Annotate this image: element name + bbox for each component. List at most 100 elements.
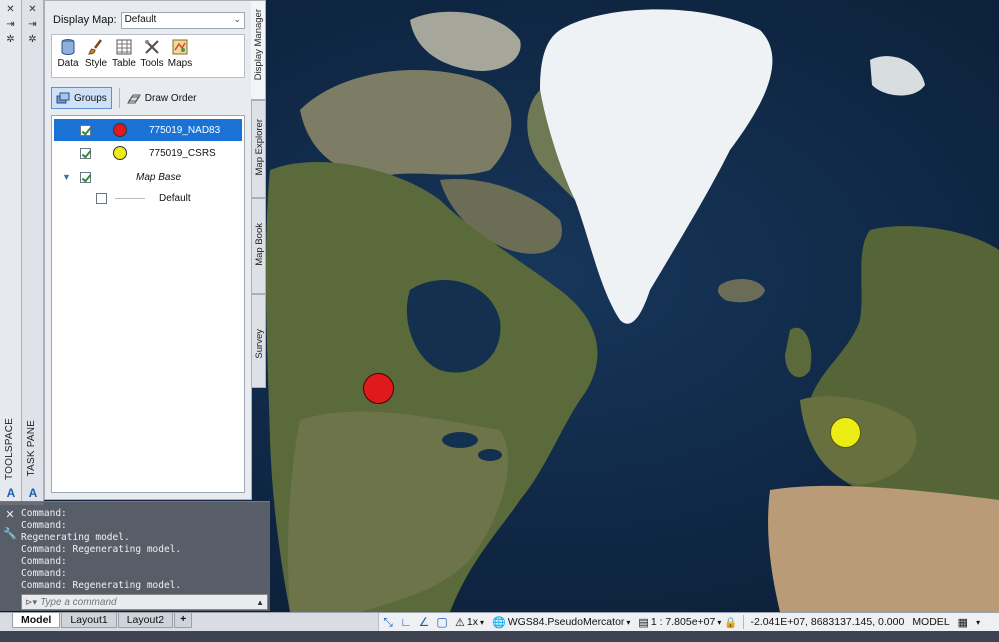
tab-display-manager[interactable]: Display Manager [251, 0, 266, 100]
toolspace-label[interactable]: TOOLSPACE [4, 418, 15, 480]
scale-icon: ▤ [638, 616, 649, 629]
map-point-nad83[interactable] [363, 373, 394, 404]
close-icon[interactable]: ✕ [26, 4, 40, 15]
history-line: Command: [21, 556, 67, 567]
grid-toggle[interactable]: ▦ [954, 613, 974, 631]
coordinate-system-value: WGS84.PseudoMercator [507, 616, 625, 628]
command-prompt-icon[interactable]: ⊳▾ [22, 597, 40, 608]
draw-order-label: Draw Order [144, 92, 197, 104]
status-bar: ⤡ ∟ ∠ ▢ ⚠ 1x ▾ 🌐 WGS84.PseudoMercator ▾ … [378, 613, 999, 631]
coordinate-system[interactable]: 🌐 WGS84.PseudoMercator ▾ [488, 613, 634, 631]
command-input[interactable] [40, 596, 257, 608]
red-circle-icon [113, 123, 127, 137]
cursor-coordinates-value: -2.041E+07, 8683137.145, 0.000 [750, 616, 905, 628]
maps-button[interactable]: Maps [166, 38, 194, 77]
table-button[interactable]: Table [110, 38, 138, 77]
display-map-label: Display Map: [53, 14, 117, 26]
tools-button[interactable]: Tools [138, 38, 166, 77]
tab-map-explorer[interactable]: Map Explorer [251, 100, 266, 198]
annotation-scale[interactable]: ⚠ 1x ▾ [451, 613, 488, 631]
settings-icon[interactable]: ✲ [4, 34, 18, 45]
task-pane: Display Map: Default ⌄ Data Style Table … [44, 0, 252, 500]
history-line: Regenerating model. [21, 532, 130, 543]
layer-row-775019-csrs[interactable]: 775019_CSRS [54, 142, 242, 164]
taskpane-label[interactable]: TASK PANE [26, 420, 37, 476]
style-button-label: Style [84, 58, 108, 69]
chevron-down-icon: ▾ [976, 617, 981, 627]
ortho-icon[interactable]: ∟ [397, 615, 415, 629]
layer-visibility-checkbox[interactable] [80, 147, 91, 159]
data-button[interactable]: Data [54, 38, 82, 77]
group-name: Map Base [136, 171, 182, 183]
groups-row: Groups Draw Order [51, 87, 245, 109]
cursor-coordinates: -2.041E+07, 8683137.145, 0.000 [746, 613, 908, 631]
pin-icon[interactable]: ⇥ [26, 19, 40, 30]
tab-label: Map Explorer [254, 119, 265, 176]
tab-survey[interactable]: Survey [251, 294, 266, 388]
lock-icon[interactable]: 🔒 [724, 616, 737, 629]
chevron-down-icon: ⌄ [233, 13, 241, 24]
add-layout-button[interactable]: + [174, 613, 193, 628]
display-map-select[interactable]: Default ⌄ [120, 11, 245, 29]
tab-layout2[interactable]: Layout2 [117, 613, 174, 628]
close-icon[interactable]: ✕ [4, 4, 18, 15]
dynamic-ucs-icon[interactable]: ⤡ [379, 615, 397, 630]
command-input-row: ⊳▾ ▲ [21, 594, 268, 610]
command-history: Command: Command: Regenerating model. Co… [21, 508, 266, 592]
layer-name: 775019_NAD83 [149, 124, 221, 136]
layer-name: 775019_CSRS [149, 147, 216, 159]
pin-icon[interactable]: ⇥ [4, 19, 18, 30]
maps-button-label: Maps [167, 58, 193, 69]
table-icon [116, 39, 132, 55]
draw-order-button[interactable]: Draw Order [126, 91, 197, 105]
table-button-label: Table [112, 58, 136, 69]
space-value: MODEL [912, 616, 950, 628]
status-menu[interactable]: ▾ [974, 613, 982, 631]
map-scale-value: 1 : 7.805e+07 [650, 616, 716, 628]
groups-label: Groups [74, 92, 107, 104]
display-manager-toolbar: Data Style Table Tools Maps [51, 34, 245, 78]
paintbrush-icon [87, 39, 102, 55]
collapse-arrow-icon[interactable]: ▼ [62, 172, 71, 182]
tools-button-label: Tools [140, 58, 164, 69]
autocad-logo-icon: A [6, 486, 16, 500]
close-icon[interactable]: ✕ [3, 508, 17, 521]
database-icon [61, 39, 75, 56]
status-toggle-group: ⤡ ∟ ∠ ▢ [379, 615, 451, 630]
layer-group-map-base[interactable]: ▼ Map Base [54, 166, 242, 188]
globe-icon: 🌐 [491, 616, 506, 629]
history-line: Command: [21, 508, 67, 519]
history-expand-icon[interactable]: ▲ [256, 598, 267, 607]
map-point-csrs[interactable] [830, 417, 861, 448]
annotation-scale-value: 1x [466, 616, 478, 628]
wrench-icon[interactable]: 🔧 [3, 527, 17, 540]
toolbar-divider [118, 88, 120, 108]
layer-visibility-checkbox[interactable] [80, 124, 91, 136]
map-scale[interactable]: ▤ 1 : 7.805e+07 ▾ 🔒 [634, 613, 741, 631]
tab-label: Map Book [254, 223, 265, 266]
polar-icon[interactable]: ∠ [415, 615, 433, 629]
command-window-controls: ✕ 🔧 [0, 502, 20, 592]
layer-visibility-checkbox[interactable] [96, 192, 107, 204]
task-pane-side-tabs: Display Manager Map Explorer Map Book Su… [251, 0, 266, 390]
layer-row-default[interactable]: Default [54, 187, 242, 209]
groups-button[interactable]: Groups [51, 87, 112, 109]
group-visibility-checkbox[interactable] [80, 171, 91, 183]
tab-model[interactable]: Model [12, 613, 61, 628]
taskbar-strip [0, 631, 999, 642]
style-button[interactable]: Style [82, 38, 110, 77]
command-window: ✕ 🔧 Command: Command: Regenerating model… [0, 501, 270, 611]
maps-icon [172, 39, 188, 55]
tab-map-book[interactable]: Map Book [251, 198, 266, 294]
toolspace-strip: ✕ ⇥ ✲ TOOLSPACE A [0, 0, 22, 505]
history-line: Command: [21, 520, 67, 531]
model-space-toggle[interactable]: MODEL [908, 613, 953, 631]
draw-order-icon [126, 94, 141, 104]
layer-row-775019-nad83[interactable]: 775019_NAD83 [54, 119, 242, 141]
tools-icon [145, 40, 159, 54]
tab-label: Survey [254, 329, 265, 359]
tab-layout1[interactable]: Layout1 [61, 613, 117, 628]
grid-icon: ▦ [957, 616, 969, 629]
settings-icon[interactable]: ✲ [26, 34, 40, 45]
osnap-icon[interactable]: ▢ [433, 615, 451, 629]
